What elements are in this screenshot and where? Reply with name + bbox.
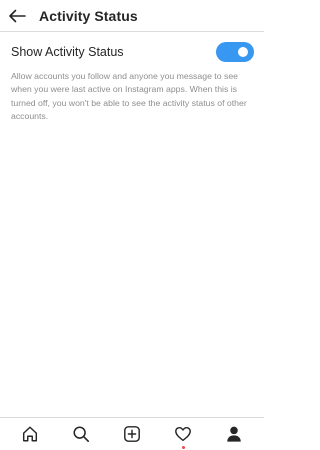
nav-new-post[interactable]: [120, 422, 144, 446]
search-icon: [73, 426, 89, 443]
nav-search[interactable]: [69, 422, 93, 446]
page-title: Activity Status: [39, 7, 138, 24]
nav-home[interactable]: [18, 422, 42, 446]
header-bar: Activity Status: [0, 0, 264, 32]
home-icon: [22, 426, 37, 442]
back-button[interactable]: [7, 6, 27, 26]
notification-dot: [181, 446, 185, 449]
profile-icon: [227, 426, 242, 442]
heart-icon: [175, 426, 192, 442]
toggle-knob: [238, 47, 248, 57]
setting-label: Show Activity Status: [11, 45, 124, 59]
activity-status-toggle[interactable]: [216, 42, 254, 62]
arrow-left-icon: [9, 9, 26, 22]
activity-status-setting: Show Activity Status: [11, 41, 254, 63]
setting-description: Allow accounts you follow and anyone you…: [11, 71, 247, 122]
nav-profile[interactable]: [222, 422, 246, 446]
activity-status-screen: Activity Status Show Activity Status All…: [0, 0, 264, 450]
bottom-navigation: [0, 417, 264, 450]
nav-activity[interactable]: [171, 422, 195, 449]
new-post-icon: [124, 426, 140, 442]
